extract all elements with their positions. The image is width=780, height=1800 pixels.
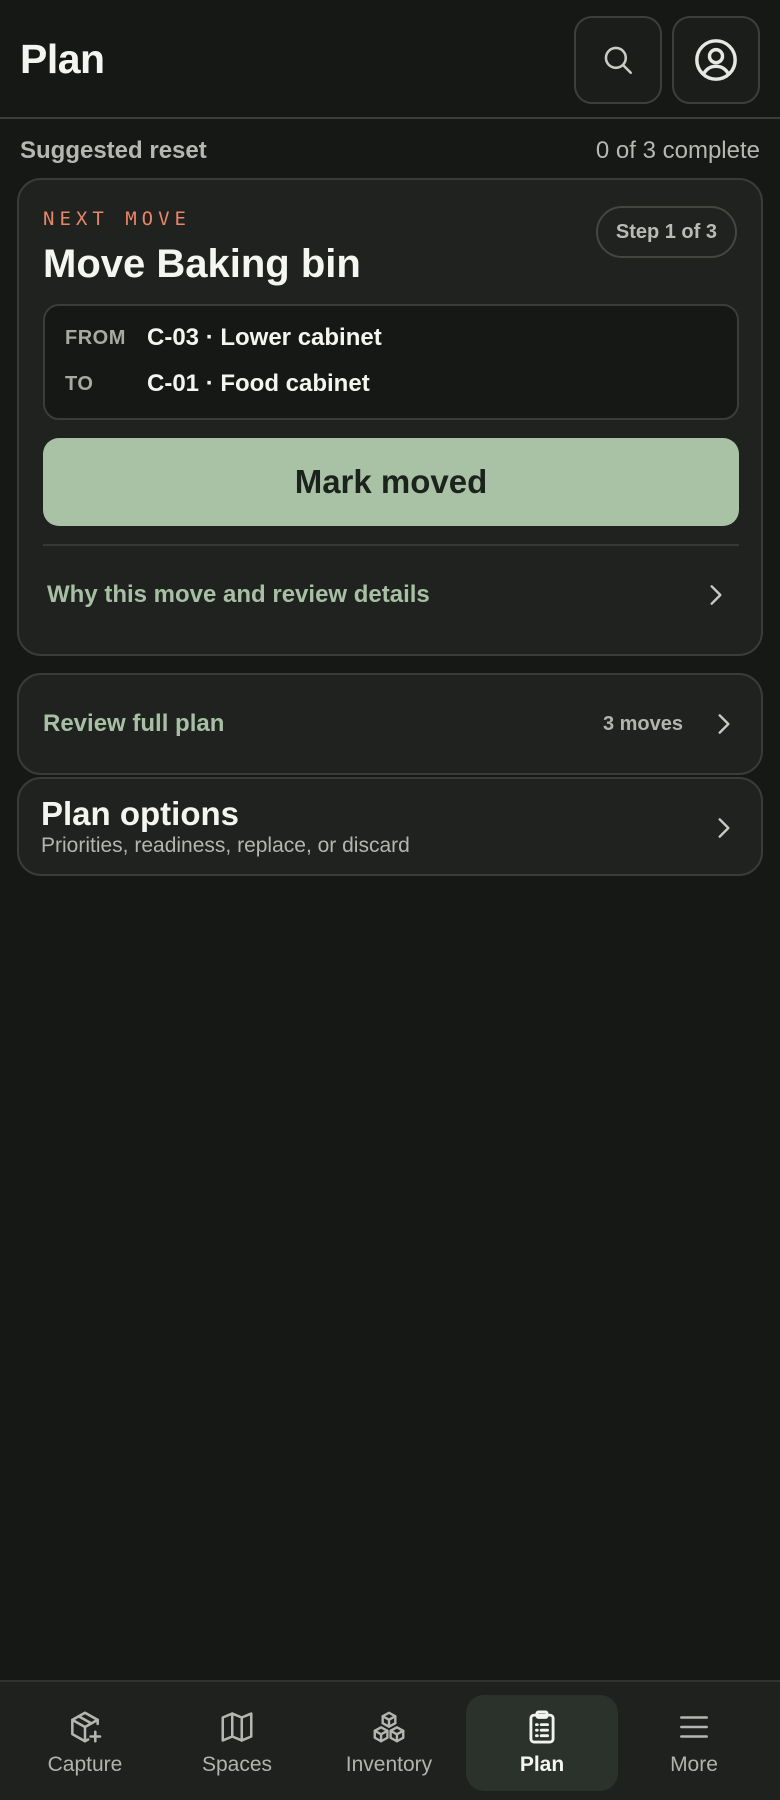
boxes-icon bbox=[370, 1707, 408, 1747]
nav-label-spaces: Spaces bbox=[201, 1753, 273, 1776]
next-move-eyebrow: NEXT MOVE bbox=[43, 208, 191, 230]
nav-item-spaces[interactable]: Spaces bbox=[161, 1695, 313, 1791]
plan-options-row[interactable]: Plan options Priorities, readiness, repl… bbox=[17, 777, 763, 876]
from-row: FROM C-03 · Lower cabinet bbox=[65, 324, 382, 352]
route-box: FROM C-03 · Lower cabinet TO C-01 · Food… bbox=[43, 304, 739, 420]
search-button[interactable] bbox=[574, 16, 662, 104]
user-circle-icon bbox=[695, 39, 737, 81]
nav-label-inventory: Inventory bbox=[345, 1753, 433, 1776]
bottom-nav: Capture Spaces Inventory Plan More bbox=[0, 1680, 780, 1800]
chevron-right-icon bbox=[718, 714, 730, 734]
review-row-content: Review full plan 3 moves bbox=[43, 675, 737, 773]
chevron-right-icon bbox=[718, 818, 730, 838]
nav-item-capture[interactable]: Capture bbox=[9, 1695, 161, 1791]
nav-label-capture: Capture bbox=[47, 1753, 123, 1776]
map-icon bbox=[218, 1707, 256, 1747]
nav-item-more[interactable]: More bbox=[618, 1695, 770, 1791]
box-plus-icon bbox=[66, 1707, 104, 1747]
step-badge: Step 1 of 3 bbox=[595, 206, 737, 258]
review-label: Review full plan bbox=[43, 710, 225, 737]
chevron-right-icon bbox=[710, 585, 722, 605]
to-row: TO C-01 · Food cabinet bbox=[65, 370, 370, 398]
account-button[interactable] bbox=[672, 16, 760, 104]
progress-count: 0 of 3 complete bbox=[595, 137, 760, 164]
nav-item-plan[interactable]: Plan bbox=[466, 1695, 618, 1791]
search-icon bbox=[604, 46, 633, 75]
review-meta: 3 moves bbox=[603, 711, 737, 737]
page-title: Plan bbox=[20, 36, 105, 82]
to-location: C-01 · Food cabinet bbox=[147, 370, 370, 397]
move-details-link[interactable]: Why this move and review details bbox=[43, 550, 739, 640]
moves-count: 3 moves bbox=[602, 712, 683, 735]
move-title: Move Baking bin bbox=[43, 242, 361, 286]
section-label: Suggested reset bbox=[20, 137, 207, 164]
nav-label-plan: Plan bbox=[519, 1753, 565, 1776]
plan-options-title: Plan options bbox=[41, 795, 239, 832]
mark-moved-button[interactable]: Mark moved bbox=[43, 438, 739, 526]
details-link-label: Why this move and review details bbox=[47, 581, 430, 608]
review-full-plan-row[interactable]: Review full plan 3 moves bbox=[17, 673, 763, 775]
plan-options-subtitle: Priorities, readiness, replace, or disca… bbox=[41, 834, 410, 857]
from-location: C-03 · Lower cabinet bbox=[147, 324, 382, 351]
card-divider bbox=[43, 544, 739, 546]
nav-item-inventory[interactable]: Inventory bbox=[313, 1695, 465, 1791]
clipboard-list-icon bbox=[523, 1707, 561, 1747]
to-label: TO bbox=[65, 372, 94, 395]
plan-screen: Plan Suggested reset 0 of 3 complete NEX… bbox=[0, 0, 780, 1800]
next-move-card: NEXT MOVE Step 1 of 3 Move Baking bin FR… bbox=[17, 178, 763, 656]
app-header: Plan bbox=[0, 0, 780, 119]
nav-label-more: More bbox=[670, 1753, 718, 1776]
menu-icon bbox=[675, 1707, 713, 1747]
section-header: Suggested reset 0 of 3 complete bbox=[20, 134, 760, 168]
from-label: FROM bbox=[65, 326, 126, 349]
